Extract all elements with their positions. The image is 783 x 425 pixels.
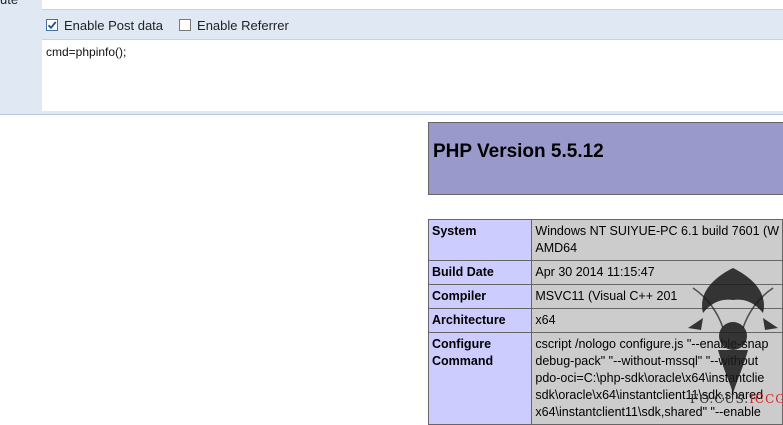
phpinfo-value-line: x64\instantclient11\sdk,shared" "--enabl… xyxy=(535,405,761,419)
watermark-text: FO.CUS.ICCG xyxy=(690,392,783,406)
phpinfo-row-key: Architecture xyxy=(427,308,533,333)
phpinfo-row: Configure Command cscript /nologo configu… xyxy=(427,332,783,425)
phpinfo-row: Architecture x64 xyxy=(427,308,783,333)
phpinfo-row-key: System xyxy=(427,219,533,261)
phpinfo-row-value: Windows NT SUIYUE-PC 6.1 build 7601 (W AM… xyxy=(531,219,783,261)
phpinfo-row-value: x64 xyxy=(531,308,783,333)
url-input-strip[interactable] xyxy=(42,0,783,10)
php-version-header: PHP Version 5.5.12 xyxy=(428,122,783,195)
phpinfo-value-line: Apr 30 2014 11:15:47 xyxy=(535,265,655,279)
phpinfo-value-line: Windows NT SUIYUE-PC 6.1 build 7601 (W xyxy=(535,224,779,238)
enable-referrer-option[interactable]: Enable Referrer xyxy=(179,18,289,33)
enable-referrer-label: Enable Referrer xyxy=(197,17,289,33)
phpinfo-row: System Windows NT SUIYUE-PC 6.1 build 760… xyxy=(427,219,783,261)
phpinfo-row-value: Apr 30 2014 11:15:47 xyxy=(531,260,783,285)
phpinfo-row-key: Compiler xyxy=(427,284,533,309)
phpinfo-value-line: MSVC11 (Visual C++ 201 xyxy=(535,289,678,303)
phpinfo-value-line: pdo-oci=C:\php-sdk\oracle\x64\instantcli… xyxy=(535,371,765,385)
phpinfo-value-line: debug-pack" "--without-mssql" "--without xyxy=(535,354,759,368)
watermark-text-accent: ICCG xyxy=(749,392,783,406)
watermark-text-main: FO.CUS. xyxy=(690,392,750,406)
phpinfo-value-line: cscript /nologo configure.js "--enable-s… xyxy=(535,337,769,351)
cut-off-label: ute xyxy=(0,0,18,7)
enable-post-label: Enable Post data xyxy=(64,17,164,33)
hackbar-panel: ute Enable Post data Enable Referrer cmd… xyxy=(0,0,783,115)
phpinfo-row-value: MSVC11 (Visual C++ 201 xyxy=(531,284,783,309)
phpinfo-value-line: AMD64 xyxy=(535,241,578,255)
enable-post-option[interactable]: Enable Post data xyxy=(46,18,163,33)
checkmark-icon xyxy=(47,21,57,30)
phpinfo-row-value: cscript /nologo configure.js "--enable-s… xyxy=(531,332,783,425)
phpinfo-row-key: Build Date xyxy=(427,260,533,285)
enable-referrer-checkbox[interactable] xyxy=(179,19,192,31)
phpinfo-row: Build Date Apr 30 2014 11:15:47 xyxy=(427,260,783,285)
enable-post-checkbox[interactable] xyxy=(46,19,58,31)
php-version-title: PHP Version 5.5.12 xyxy=(433,141,604,162)
phpinfo-row-key: Configure Command xyxy=(427,332,533,425)
phpinfo-row: Compiler MSVC11 (Visual C++ 201 xyxy=(427,284,783,309)
post-data-textarea[interactable]: cmd=phpinfo(); xyxy=(42,39,783,111)
options-row: Enable Post data Enable Referrer xyxy=(42,11,783,39)
phpinfo-value-line: x64 xyxy=(535,313,556,327)
